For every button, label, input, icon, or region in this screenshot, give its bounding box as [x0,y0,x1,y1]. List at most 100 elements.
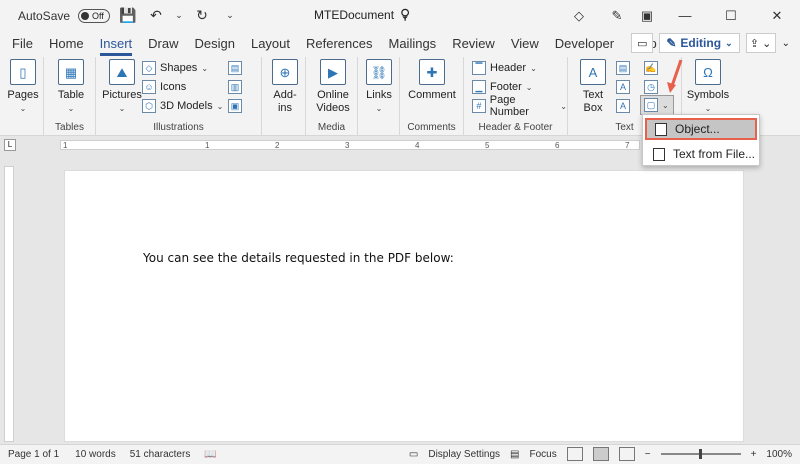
display-settings-label[interactable]: Display Settings [428,449,500,460]
focus-icon[interactable]: ▤ [510,449,519,460]
online-videos-label-1: Online [317,89,349,102]
icons-button[interactable]: ☺ Icons [142,78,186,96]
editing-mode-button[interactable]: ✎ Editing ⌄ [659,33,739,53]
zoom-slider[interactable] [661,453,741,455]
maximize-button[interactable]: ☐ [708,0,754,31]
customize-qat-icon[interactable]: ⌄ [220,6,240,26]
ruler-number: 6 [555,141,559,150]
pen-icon[interactable]: ✎ [602,0,632,31]
undo-dropdown-icon[interactable]: ⌄ [174,6,184,26]
display-settings-icon[interactable]: ▭ [409,449,418,460]
group-links: ⛓ Links ⌄ [358,57,400,136]
ribbon-tabs: File Home Insert Draw Design Layout Refe… [0,31,800,57]
chevron-down-icon: ⌄ [68,102,75,115]
editing-label: Editing [680,36,721,50]
addins-button[interactable]: ⊕ Add-ins [270,59,300,115]
autosave-toggle[interactable]: Off [78,9,110,23]
menu-item-object[interactable]: Object... [645,118,757,140]
3d-models-button[interactable]: ⬡ 3D Models ⌄ [142,97,223,115]
chevron-down-icon: ⌄ [20,102,27,115]
header-icon: ▔ [472,61,486,75]
redo-icon[interactable]: ↻ [192,6,212,26]
undo-icon[interactable]: ↶ [146,6,166,26]
object-button[interactable]: ▢ ⌄ [640,95,674,115]
pictures-button[interactable]: ⛰ Pictures ⌄ [102,59,142,115]
search-icon[interactable]: ⚲ [400,6,410,23]
share-icon[interactable]: ⇪ ⌄ [746,33,776,53]
text-box-icon: A [580,59,606,85]
ruler-number: 3 [345,141,349,150]
pencil-icon: ✎ [666,36,676,50]
focus-label[interactable]: Focus [530,449,557,460]
tab-review[interactable]: Review [444,36,503,57]
read-mode-icon[interactable] [567,447,583,461]
accessibility-icon[interactable]: 📖 [204,449,216,460]
web-layout-icon[interactable] [619,447,635,461]
horizontal-ruler[interactable]: 1 1 2 3 4 5 6 7 [60,140,640,150]
comment-icon[interactable]: ▭ [631,33,653,53]
tab-insert[interactable]: Insert [92,36,141,57]
text-box-label-2: Box [584,102,603,115]
vertical-ruler[interactable] [4,166,14,442]
zoom-level[interactable]: 100% [766,449,792,460]
icons-label: Icons [160,81,186,93]
diamond-icon[interactable]: ◇ [556,0,602,31]
save-icon[interactable]: 💾 [118,6,138,26]
header-button[interactable]: ▔ Header ⌄ [472,59,537,77]
illustrations-group-label: Illustrations [96,122,261,133]
tab-draw[interactable]: Draw [140,36,186,57]
minimize-button[interactable]: — [662,0,708,31]
tab-design[interactable]: Design [187,36,243,57]
comment-button[interactable]: ✚ Comment [408,59,456,102]
tab-layout[interactable]: Layout [243,36,298,57]
page-number-button[interactable]: # Page Number ⌄ [472,97,567,115]
page-number-label: Page Number [490,94,557,118]
signature-line-icon[interactable]: ✍ [644,61,658,75]
print-layout-icon[interactable] [593,447,609,461]
page-count[interactable]: Page 1 of 1 [8,449,59,460]
character-count[interactable]: 51 characters [130,449,191,460]
close-button[interactable]: ✕ [754,0,800,31]
online-videos-button[interactable]: ▶ Online Videos [312,59,354,115]
smartart-icon[interactable]: ▤ [228,61,242,75]
shapes-button[interactable]: ◇ Shapes ⌄ [142,59,208,77]
group-pages: ▯ Pages ⌄ [0,57,44,136]
zoom-out-button[interactable]: − [645,449,651,460]
menu-item-text-from-file[interactable]: Text from File... [645,143,757,165]
footer-icon: ▁ [472,80,486,94]
word-count[interactable]: 10 words [75,449,116,460]
symbols-button[interactable]: Ω Symbols ⌄ [686,59,730,115]
tab-home[interactable]: Home [41,36,92,57]
collapse-ribbon-icon[interactable]: ⌄ [782,38,790,49]
pages-button[interactable]: ▯ Pages ⌄ [8,59,38,115]
table-button[interactable]: ▦ Table ⌄ [56,59,86,115]
document-title[interactable]: MTEDocument ⌄ [314,8,410,22]
quick-parts-icon[interactable]: ▤ [616,61,630,75]
tab-developer[interactable]: Developer [547,36,622,57]
ribbon-display-icon[interactable]: ▣ [632,0,662,31]
group-addins: ⊕ Add-ins [262,57,306,136]
text-box-button[interactable]: A Text Box [578,59,608,115]
wordart-icon[interactable]: A [616,80,630,94]
ruler-number: 1 [63,141,67,150]
cube-icon: ⬡ [142,99,156,113]
tab-selector[interactable]: L [4,139,16,151]
tab-view[interactable]: View [503,36,547,57]
shapes-icon: ◇ [142,61,156,75]
zoom-in-button[interactable]: + [751,449,757,460]
screenshot-icon[interactable]: ▣ [228,99,242,113]
page-number-icon: # [472,99,486,113]
links-button[interactable]: ⛓ Links ⌄ [364,59,394,115]
date-time-icon[interactable]: ◷ [644,80,658,94]
body-text[interactable]: You can see the details requested in the… [143,251,454,265]
addins-icon: ⊕ [272,59,298,85]
comment-label: Comment [408,89,456,102]
tab-references[interactable]: References [298,36,380,57]
tab-file[interactable]: File [0,36,41,57]
document-page[interactable]: You can see the details requested in the… [64,170,744,442]
drop-cap-icon[interactable]: A [616,99,630,113]
ruler-number: 5 [485,141,489,150]
chart-icon[interactable]: ▥ [228,80,242,94]
chevron-down-icon: ⌄ [119,102,126,115]
tab-mailings[interactable]: Mailings [381,36,445,57]
